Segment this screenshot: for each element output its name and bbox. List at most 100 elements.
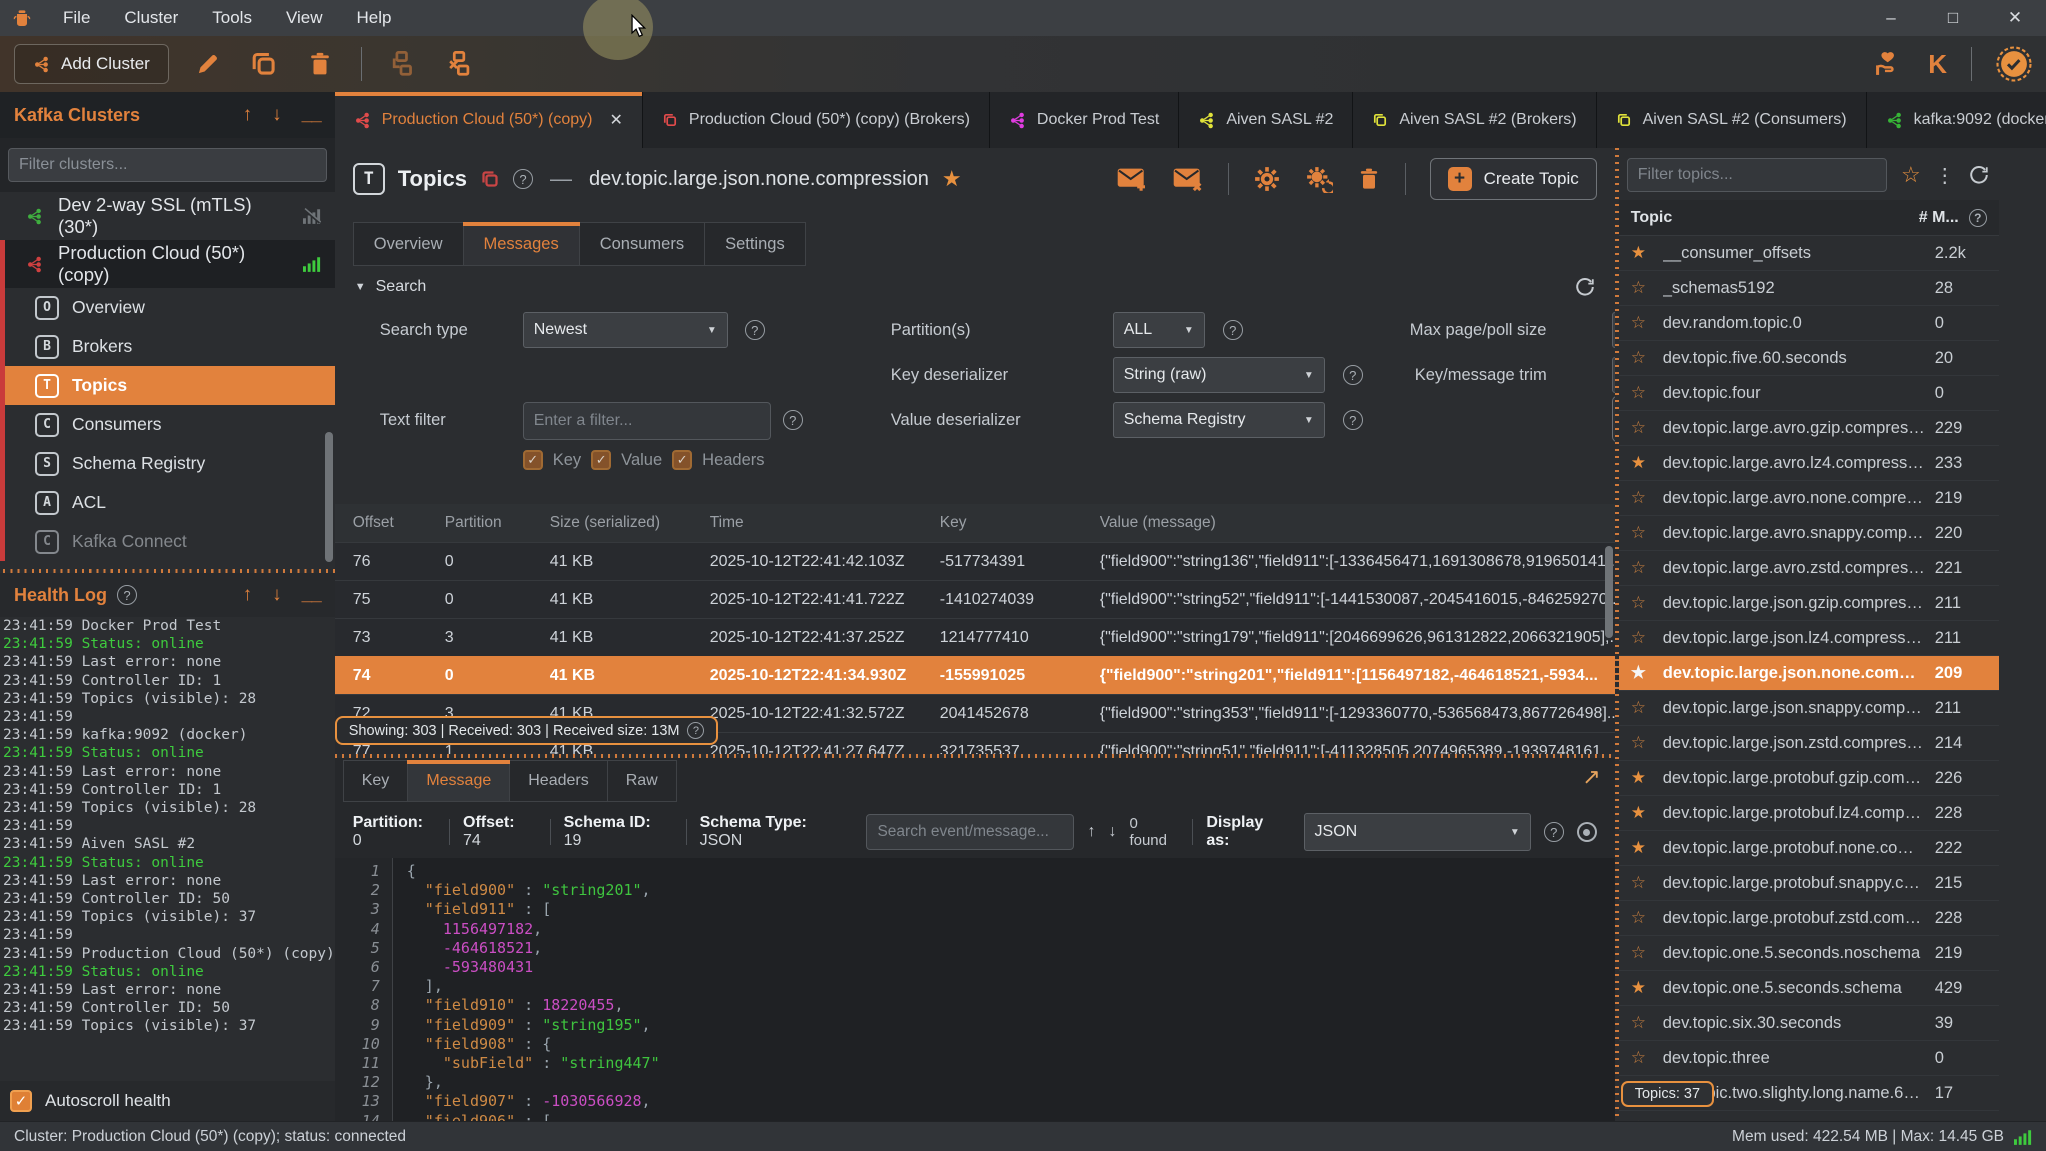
help-icon[interactable]: ? <box>513 169 533 189</box>
star-icon[interactable]: ☆ <box>1631 873 1663 893</box>
star-icon[interactable]: ☆ <box>1631 628 1663 648</box>
topic-list-item[interactable]: ★dev.topic.large.json.none.compression20… <box>1619 656 1999 691</box>
star-icon[interactable]: ★ <box>1631 663 1663 683</box>
find-previous-icon[interactable]: ↑ <box>1087 823 1095 841</box>
star-icon[interactable]: ★ <box>1631 838 1663 858</box>
search-button[interactable]: Search ▼ <box>1612 396 1615 442</box>
menu-file[interactable]: File <box>46 0 107 36</box>
move-up-icon[interactable]: ↑ <box>243 584 253 606</box>
sidebar-item-acl[interactable]: AACL <box>5 483 335 522</box>
topic-list-item[interactable]: ☆dev.topic.large.json.snappy.compression… <box>1619 691 1999 726</box>
topic-list-item[interactable]: ☆dev.topic.large.protobuf.zstd.compressi… <box>1619 901 1999 936</box>
topic-settings-icon[interactable] <box>1253 165 1281 193</box>
menu-tools[interactable]: Tools <box>195 0 269 36</box>
find-next-icon[interactable]: ↓ <box>1108 823 1116 841</box>
star-icon[interactable]: ★ <box>1631 768 1663 788</box>
menu-view[interactable]: View <box>269 0 340 36</box>
topic-list-item[interactable]: ☆dev.topic.large.avro.none.compression21… <box>1619 481 1999 516</box>
tab-consumers[interactable]: Consumers <box>580 222 705 266</box>
cluster-tab[interactable]: Aiven SASL #2 (Brokers) <box>1353 92 1596 148</box>
star-icon[interactable]: ☆ <box>1631 908 1663 928</box>
detail-tab-message[interactable]: Message <box>408 760 510 802</box>
star-icon[interactable]: ☆ <box>1631 558 1663 578</box>
value-checkbox[interactable]: ✓ <box>591 450 611 470</box>
copy-cluster-icon[interactable] <box>247 47 281 81</box>
favorite-star-icon[interactable]: ★ <box>942 166 962 192</box>
create-topic-button[interactable]: + Create Topic <box>1430 158 1597 200</box>
topics-filter-input[interactable] <box>1627 158 1887 192</box>
max-page-select[interactable]: 5,000▼ <box>1612 312 1615 348</box>
more-options-icon[interactable]: ⋮ <box>1935 163 1955 188</box>
star-icon[interactable]: ☆ <box>1631 313 1663 333</box>
move-down-icon[interactable]: ↓ <box>272 584 282 606</box>
cluster-tab[interactable]: Production Cloud (50*) (copy) (Brokers) <box>643 92 990 148</box>
topic-list-item[interactable]: ☆dev.topic.five.60.seconds20 <box>1619 341 1999 376</box>
topic-list-item[interactable]: ☆dev.topic.large.avro.zstd.compression22… <box>1619 551 1999 586</box>
help-icon[interactable]: ? <box>1544 822 1564 842</box>
cluster-tab[interactable]: Docker Prod Test <box>990 92 1179 148</box>
status-check-icon[interactable] <box>1996 46 2032 82</box>
star-icon[interactable]: ☆ <box>1631 1118 1663 1121</box>
edit-cluster-icon[interactable] <box>191 47 225 81</box>
cluster-row[interactable]: Dev 2-way SSL (mTLS) (30*) <box>0 192 335 240</box>
message-search-input[interactable] <box>866 814 1074 850</box>
help-icon[interactable]: ? <box>687 722 704 739</box>
star-icon[interactable]: ☆ <box>1631 733 1663 753</box>
topic-list-item[interactable]: ☆dev.random.topic.00 <box>1619 306 1999 341</box>
tab-settings[interactable]: Settings <box>705 222 806 266</box>
sidebar-item-overview[interactable]: OOverview <box>5 288 335 327</box>
add-cluster-button[interactable]: Add Cluster <box>14 44 169 84</box>
cluster-filter-input[interactable] <box>8 148 327 182</box>
star-icon[interactable]: ☆ <box>1631 1048 1663 1068</box>
sidebar-item-kafka-connect[interactable]: CKafka Connect <box>5 522 335 561</box>
detail-tab-raw[interactable]: Raw <box>608 760 677 802</box>
cluster-tab[interactable]: Aiven SASL #2 (Consumers) <box>1597 92 1867 148</box>
table-row[interactable]: 74041 KB2025-10-12T22:41:34.930Z-1559910… <box>335 656 1615 694</box>
topic-list-item[interactable]: ☆dev.topic.large.avro.snappy.compression… <box>1619 516 1999 551</box>
star-icon[interactable]: ☆ <box>1631 383 1663 403</box>
table-row[interactable]: 76041 KB2025-10-12T22:41:42.103Z-5177343… <box>335 542 1615 580</box>
sidebar-item-topics[interactable]: TTopics <box>5 366 335 405</box>
topic-list-item[interactable]: ☆dev.topic.large.avro.gzip.compression22… <box>1619 411 1999 446</box>
partitions-select[interactable]: ALL▼ <box>1113 312 1205 348</box>
star-icon[interactable]: ☆ <box>1631 1013 1663 1033</box>
key-deserializer-select[interactable]: String (raw)▼ <box>1113 357 1325 393</box>
star-icon[interactable]: ☆ <box>1631 698 1663 718</box>
detail-tab-key[interactable]: Key <box>343 760 409 802</box>
text-filter-input[interactable] <box>523 402 771 440</box>
star-icon[interactable]: ☆ <box>1631 348 1663 368</box>
topic-list-item[interactable]: ☆dev.topic.three0 <box>1619 1041 1999 1076</box>
trim-select[interactable]: 500 KB▼ <box>1612 357 1615 393</box>
menu-help[interactable]: Help <box>340 0 409 36</box>
headers-checkbox[interactable]: ✓ <box>672 450 692 470</box>
menu-cluster[interactable]: Cluster <box>107 0 195 36</box>
eye-icon[interactable] <box>1577 822 1597 842</box>
detail-tab-headers[interactable]: Headers <box>510 760 607 802</box>
star-icon[interactable]: ☆ <box>1631 523 1663 543</box>
minimize-button[interactable]: – <box>1860 8 1922 28</box>
topic-list-item[interactable]: ☆dev.topic.large.json.gzip.compression21… <box>1619 586 1999 621</box>
move-up-icon[interactable]: ↑ <box>243 104 253 126</box>
delete-cluster-icon[interactable] <box>303 47 337 81</box>
star-icon[interactable]: ☆ <box>1631 278 1663 298</box>
value-deserializer-select[interactable]: Schema Registry▼ <box>1113 402 1325 438</box>
delete-topic-icon[interactable] <box>1357 166 1381 192</box>
help-icon[interactable]: ? <box>117 585 137 605</box>
star-icon[interactable]: ★ <box>1631 978 1663 998</box>
collapse-panel-icon[interactable]: __ <box>302 104 321 126</box>
json-viewer[interactable]: 1234567891011121314 { "field900" : "stri… <box>335 858 1615 1121</box>
topic-list-item[interactable]: ☆dev.topic.large.protobuf.snappy.compres… <box>1619 866 1999 901</box>
help-icon[interactable]: ? <box>1223 320 1243 340</box>
move-down-icon[interactable]: ↓ <box>272 104 282 126</box>
refresh-icon[interactable] <box>1575 277 1595 297</box>
star-icon[interactable]: ★ <box>1631 243 1663 263</box>
table-row[interactable]: 73341 KB2025-10-12T22:41:37.252Z12147774… <box>335 618 1615 656</box>
star-icon[interactable]: ★ <box>1631 803 1663 823</box>
topic-list-item[interactable]: ☆dev.topic.large.json.lz4.compression211 <box>1619 621 1999 656</box>
expand-icon[interactable]: ↗ <box>1582 760 1600 790</box>
donate-icon[interactable] <box>1872 49 1902 79</box>
tab-overview[interactable]: Overview <box>353 222 464 266</box>
sidebar-item-schema-registry[interactable]: SSchema Registry <box>5 444 335 483</box>
display-as-select[interactable]: JSON▼ <box>1304 813 1531 851</box>
star-icon[interactable]: ☆ <box>1631 488 1663 508</box>
